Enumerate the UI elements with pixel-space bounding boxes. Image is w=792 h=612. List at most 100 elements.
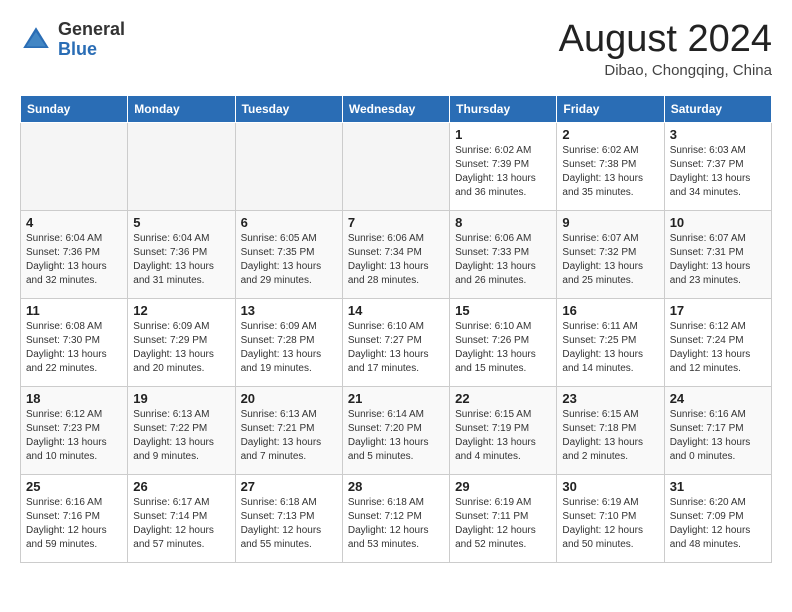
day-cell-10: 10 Sunrise: 6:07 AM Sunset: 7:31 PM Dayli… [664, 211, 771, 299]
day-info: Sunrise: 6:02 AM Sunset: 7:38 PM Dayligh… [562, 144, 658, 200]
day-info: Sunrise: 6:07 AM Sunset: 7:31 PM Dayligh… [670, 232, 766, 288]
day-number: 13 [241, 303, 337, 318]
day-number: 3 [670, 127, 766, 142]
day-cell-2: 2 Sunrise: 6:02 AM Sunset: 7:38 PM Daylig… [557, 123, 664, 211]
title-block: August 2024 Dibao, Chongqing, China [559, 20, 772, 79]
day-cell-22: 22 Sunrise: 6:15 AM Sunset: 7:19 PM Dayli… [450, 387, 557, 475]
day-info: Sunrise: 6:10 AM Sunset: 7:27 PM Dayligh… [348, 320, 444, 376]
day-info: Sunrise: 6:09 AM Sunset: 7:29 PM Dayligh… [133, 320, 229, 376]
day-number: 5 [133, 215, 229, 230]
day-info: Sunrise: 6:12 AM Sunset: 7:23 PM Dayligh… [26, 408, 122, 464]
day-info: Sunrise: 6:06 AM Sunset: 7:33 PM Dayligh… [455, 232, 551, 288]
day-cell-24: 24 Sunrise: 6:16 AM Sunset: 7:17 PM Dayli… [664, 387, 771, 475]
day-info: Sunrise: 6:05 AM Sunset: 7:35 PM Dayligh… [241, 232, 337, 288]
day-info: Sunrise: 6:19 AM Sunset: 7:10 PM Dayligh… [562, 496, 658, 552]
day-number: 25 [26, 479, 122, 494]
day-cell-16: 16 Sunrise: 6:11 AM Sunset: 7:25 PM Dayli… [557, 299, 664, 387]
day-number: 19 [133, 391, 229, 406]
day-number: 10 [670, 215, 766, 230]
day-cell-30: 30 Sunrise: 6:19 AM Sunset: 7:10 PM Dayli… [557, 475, 664, 563]
month-year-title: August 2024 [559, 20, 772, 58]
day-cell-13: 13 Sunrise: 6:09 AM Sunset: 7:28 PM Dayli… [235, 299, 342, 387]
logo: General Blue [20, 20, 125, 60]
day-number: 9 [562, 215, 658, 230]
day-info: Sunrise: 6:19 AM Sunset: 7:11 PM Dayligh… [455, 496, 551, 552]
day-cell-31: 31 Sunrise: 6:20 AM Sunset: 7:09 PM Dayli… [664, 475, 771, 563]
day-info: Sunrise: 6:16 AM Sunset: 7:17 PM Dayligh… [670, 408, 766, 464]
day-info: Sunrise: 6:09 AM Sunset: 7:28 PM Dayligh… [241, 320, 337, 376]
day-info: Sunrise: 6:17 AM Sunset: 7:14 PM Dayligh… [133, 496, 229, 552]
day-number: 27 [241, 479, 337, 494]
day-cell-1: 1Sunrise: 6:02 AM Sunset: 7:39 PM Daylig… [450, 123, 557, 211]
day-info: Sunrise: 6:03 AM Sunset: 7:37 PM Dayligh… [670, 144, 766, 200]
day-info: Sunrise: 6:14 AM Sunset: 7:20 PM Dayligh… [348, 408, 444, 464]
weekday-header-thursday: Thursday [450, 96, 557, 123]
empty-cell [235, 123, 342, 211]
day-number: 15 [455, 303, 551, 318]
day-info: Sunrise: 6:18 AM Sunset: 7:13 PM Dayligh… [241, 496, 337, 552]
day-number: 30 [562, 479, 658, 494]
weekday-header-row: SundayMondayTuesdayWednesdayThursdayFrid… [21, 96, 772, 123]
day-info: Sunrise: 6:13 AM Sunset: 7:21 PM Dayligh… [241, 408, 337, 464]
day-cell-14: 14 Sunrise: 6:10 AM Sunset: 7:27 PM Dayli… [342, 299, 449, 387]
day-number: 20 [241, 391, 337, 406]
day-info: Sunrise: 6:16 AM Sunset: 7:16 PM Dayligh… [26, 496, 122, 552]
day-cell-25: 25 Sunrise: 6:16 AM Sunset: 7:16 PM Dayli… [21, 475, 128, 563]
day-info: Sunrise: 6:15 AM Sunset: 7:18 PM Dayligh… [562, 408, 658, 464]
day-number: 7 [348, 215, 444, 230]
day-number: 6 [241, 215, 337, 230]
day-cell-7: 7 Sunrise: 6:06 AM Sunset: 7:34 PM Daylig… [342, 211, 449, 299]
day-info: Sunrise: 6:13 AM Sunset: 7:22 PM Dayligh… [133, 408, 229, 464]
day-info: Sunrise: 6:02 AM Sunset: 7:39 PM Dayligh… [455, 144, 551, 200]
empty-cell [342, 123, 449, 211]
location-subtitle: Dibao, Chongqing, China [559, 62, 772, 79]
day-cell-29: 29 Sunrise: 6:19 AM Sunset: 7:11 PM Dayli… [450, 475, 557, 563]
day-info: Sunrise: 6:11 AM Sunset: 7:25 PM Dayligh… [562, 320, 658, 376]
day-info: Sunrise: 6:20 AM Sunset: 7:09 PM Dayligh… [670, 496, 766, 552]
logo-icon [20, 24, 52, 56]
day-cell-26: 26 Sunrise: 6:17 AM Sunset: 7:14 PM Dayli… [128, 475, 235, 563]
week-row-5: 25 Sunrise: 6:16 AM Sunset: 7:16 PM Dayli… [21, 475, 772, 563]
day-info: Sunrise: 6:07 AM Sunset: 7:32 PM Dayligh… [562, 232, 658, 288]
week-row-1: 1Sunrise: 6:02 AM Sunset: 7:39 PM Daylig… [21, 123, 772, 211]
day-info: Sunrise: 6:08 AM Sunset: 7:30 PM Dayligh… [26, 320, 122, 376]
day-number: 18 [26, 391, 122, 406]
day-cell-5: 5Sunrise: 6:04 AM Sunset: 7:36 PM Daylig… [128, 211, 235, 299]
day-info: Sunrise: 6:15 AM Sunset: 7:19 PM Dayligh… [455, 408, 551, 464]
day-number: 29 [455, 479, 551, 494]
day-cell-20: 20 Sunrise: 6:13 AM Sunset: 7:21 PM Dayli… [235, 387, 342, 475]
weekday-header-friday: Friday [557, 96, 664, 123]
page-header: General Blue August 2024 Dibao, Chongqin… [20, 20, 772, 79]
week-row-4: 18 Sunrise: 6:12 AM Sunset: 7:23 PM Dayli… [21, 387, 772, 475]
day-number: 24 [670, 391, 766, 406]
day-number: 26 [133, 479, 229, 494]
day-cell-9: 9 Sunrise: 6:07 AM Sunset: 7:32 PM Daylig… [557, 211, 664, 299]
day-info: Sunrise: 6:18 AM Sunset: 7:12 PM Dayligh… [348, 496, 444, 552]
day-cell-28: 28 Sunrise: 6:18 AM Sunset: 7:12 PM Dayli… [342, 475, 449, 563]
weekday-header-tuesday: Tuesday [235, 96, 342, 123]
logo-blue-text: Blue [58, 40, 125, 60]
day-cell-21: 21 Sunrise: 6:14 AM Sunset: 7:20 PM Dayli… [342, 387, 449, 475]
day-number: 31 [670, 479, 766, 494]
day-cell-12: 12 Sunrise: 6:09 AM Sunset: 7:29 PM Dayli… [128, 299, 235, 387]
day-number: 11 [26, 303, 122, 318]
day-number: 12 [133, 303, 229, 318]
day-cell-6: 6 Sunrise: 6:05 AM Sunset: 7:35 PM Daylig… [235, 211, 342, 299]
week-row-2: 4Sunrise: 6:04 AM Sunset: 7:36 PM Daylig… [21, 211, 772, 299]
day-number: 28 [348, 479, 444, 494]
day-number: 2 [562, 127, 658, 142]
day-number: 14 [348, 303, 444, 318]
day-info: Sunrise: 6:06 AM Sunset: 7:34 PM Dayligh… [348, 232, 444, 288]
day-cell-15: 15Sunrise: 6:10 AM Sunset: 7:26 PM Dayli… [450, 299, 557, 387]
day-number: 22 [455, 391, 551, 406]
day-info: Sunrise: 6:12 AM Sunset: 7:24 PM Dayligh… [670, 320, 766, 376]
day-number: 17 [670, 303, 766, 318]
empty-cell [21, 123, 128, 211]
day-info: Sunrise: 6:04 AM Sunset: 7:36 PM Dayligh… [26, 232, 122, 288]
day-number: 16 [562, 303, 658, 318]
logo-general-text: General [58, 20, 125, 40]
day-cell-18: 18 Sunrise: 6:12 AM Sunset: 7:23 PM Dayli… [21, 387, 128, 475]
weekday-header-wednesday: Wednesday [342, 96, 449, 123]
day-number: 21 [348, 391, 444, 406]
calendar-table: SundayMondayTuesdayWednesdayThursdayFrid… [20, 95, 772, 563]
